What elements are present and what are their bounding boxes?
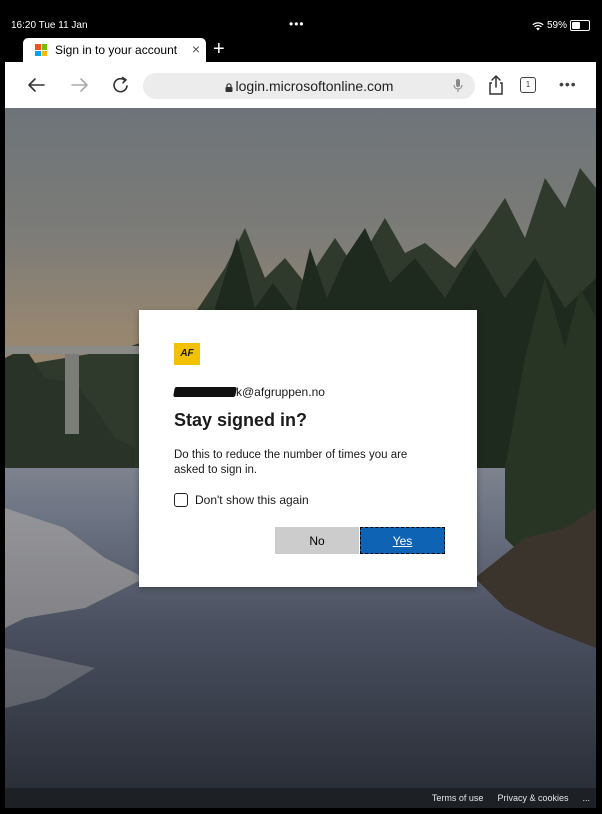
- stay-signed-in-dialog: AF k@afgruppen.no Stay signed in? Do thi…: [139, 310, 477, 587]
- privacy-cookies-link[interactable]: Privacy & cookies: [497, 793, 568, 803]
- new-tab-icon[interactable]: +: [213, 38, 225, 60]
- yes-button[interactable]: Yes: [360, 527, 445, 554]
- tab-close-icon[interactable]: ×: [192, 41, 200, 57]
- redacted-email-prefix: [173, 387, 237, 397]
- back-arrow-icon[interactable]: [25, 74, 47, 96]
- tab-sign-in[interactable]: Sign in to your account ×: [23, 38, 206, 62]
- microphone-icon[interactable]: [453, 78, 463, 94]
- terms-of-use-link[interactable]: Terms of use: [432, 793, 484, 803]
- dont-show-again-row[interactable]: Don't show this again: [174, 493, 309, 507]
- microsoft-logo-icon: [35, 44, 47, 56]
- email-suffix: k@afgruppen.no: [236, 385, 325, 399]
- url-display: login.microsoftonline.com: [143, 78, 475, 94]
- account-email: k@afgruppen.no: [173, 385, 325, 399]
- reload-icon[interactable]: [110, 74, 132, 96]
- forward-arrow-icon[interactable]: [69, 74, 91, 96]
- page-footer: Terms of use Privacy & cookies ...: [5, 788, 596, 808]
- tab-title: Sign in to your account: [55, 43, 178, 57]
- status-bar: 16:20 Tue 11 Jan ••• 59%: [5, 16, 596, 38]
- url-text: login.microsoftonline.com: [235, 78, 394, 94]
- status-time: 16:20 Tue 11 Jan: [11, 20, 88, 31]
- more-options-icon[interactable]: •••: [559, 76, 577, 92]
- dialog-description: Do this to reduce the number of times yo…: [174, 449, 408, 476]
- wifi-icon: [532, 21, 544, 30]
- share-icon[interactable]: [485, 74, 507, 96]
- browser-window: 16:20 Tue 11 Jan ••• 59% Sign in to your…: [5, 16, 596, 808]
- battery-percent: 59%: [546, 20, 567, 31]
- status-right: 59%: [532, 20, 590, 31]
- dialog-title: Stay signed in?: [174, 410, 308, 430]
- multitasking-dots-icon[interactable]: •••: [289, 17, 305, 31]
- tab-bar: Sign in to your account × +: [5, 38, 596, 62]
- footer-more-icon[interactable]: ...: [582, 793, 590, 803]
- browser-toolbar: login.microsoftonline.com 1 •••: [5, 62, 596, 109]
- dont-show-again-checkbox[interactable]: [174, 493, 188, 507]
- dont-show-again-label: Don't show this again: [195, 493, 309, 507]
- battery-icon: [570, 20, 590, 31]
- lock-icon: [225, 83, 233, 92]
- address-bar[interactable]: login.microsoftonline.com: [143, 73, 475, 99]
- no-button[interactable]: No: [275, 527, 359, 554]
- tab-switcher-button[interactable]: 1: [520, 77, 536, 93]
- af-logo: AF: [174, 343, 200, 365]
